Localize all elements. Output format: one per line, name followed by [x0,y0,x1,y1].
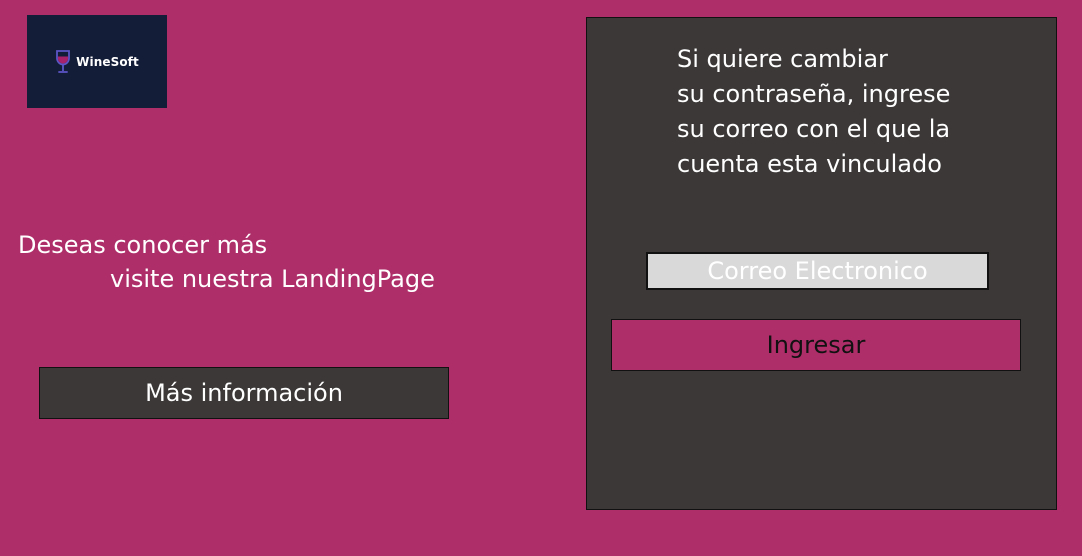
brand-name: WineSoft [76,54,139,69]
reset-instructions: Si quiere cambiar su contraseña, ingrese… [677,42,950,182]
brand-logo: WineSoft [27,15,167,108]
reset-instructions-line: Si quiere cambiar [677,45,888,73]
reset-instructions-line: cuenta esta vinculado [677,150,942,178]
reset-instructions-line: su correo con el que la [677,115,951,143]
promo-text: Deseas conocer más visite nuestra Landin… [18,228,435,296]
reset-instructions-line: su contraseña, ingrese [677,80,951,108]
email-input[interactable] [646,252,989,290]
promo-line-1: Deseas conocer más [18,231,268,259]
password-reset-panel: Si quiere cambiar su contraseña, ingrese… [586,17,1057,510]
submit-button[interactable]: Ingresar [611,319,1021,371]
wine-glass-icon [56,49,71,73]
promo-line-2: visite nuestra LandingPage [110,265,435,293]
more-info-button[interactable]: Más información [39,367,449,419]
